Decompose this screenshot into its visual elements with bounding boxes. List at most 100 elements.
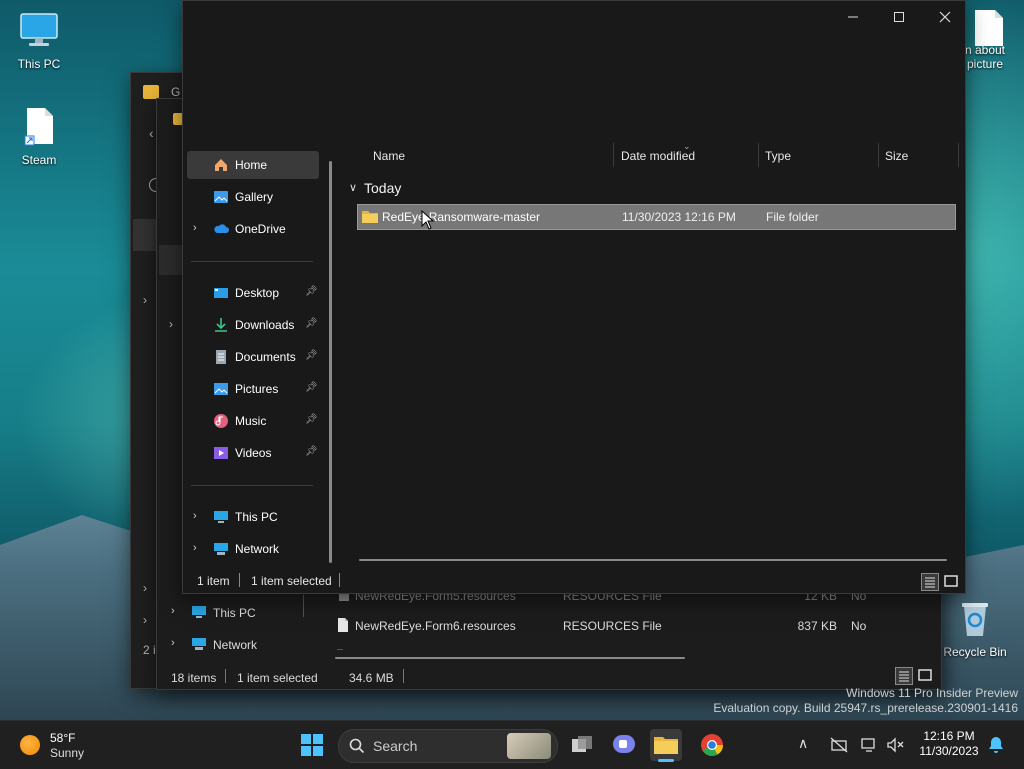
sidebar-item-label: Gallery — [235, 190, 274, 204]
file-name: RedEye-Ransomware-master — [382, 210, 541, 224]
chevron-right-icon[interactable]: › — [171, 637, 175, 649]
pin-icon[interactable]: 📌︎ — [305, 318, 318, 330]
start-button[interactable] — [296, 729, 328, 761]
desktop-icon-label: Steam — [21, 153, 57, 167]
sidebar-item-pictures[interactable]: Pictures 📌︎ — [187, 375, 319, 403]
teams-chat-button[interactable] — [608, 729, 640, 761]
file-type: File folder — [766, 210, 819, 224]
document-icon — [216, 350, 226, 364]
column-separator[interactable] — [878, 143, 879, 167]
file-explorer-icon — [654, 737, 678, 754]
row-divider — [337, 649, 343, 650]
notification-bell-icon[interactable] — [988, 736, 1004, 754]
sidebar-item-home[interactable]: Home — [187, 151, 319, 179]
windows-watermark: Windows 11 Pro Insider Preview Evaluatio… — [713, 686, 1018, 716]
column-header-type[interactable]: Type — [765, 149, 791, 163]
chevron-right-icon[interactable]: › — [193, 222, 205, 234]
status-divider — [239, 573, 240, 587]
desktop-icon-recycle-bin[interactable]: Recycle Bin — [940, 598, 1010, 659]
horizontal-scrollbar[interactable] — [335, 657, 685, 659]
sidebar-item-gallery[interactable]: Gallery — [187, 183, 319, 211]
cloud-icon — [214, 224, 229, 233]
back-arrow-icon[interactable]: ‹ — [149, 125, 154, 141]
explorer-window-front[interactable]: Home Gallery › OneDrive Desktop 📌︎ Downl… — [182, 0, 966, 594]
desktop-icon-label: Recycle Bin — [943, 645, 1007, 659]
sidebar-item-onedrive[interactable]: › OneDrive — [187, 215, 319, 243]
minimize-icon — [848, 16, 858, 18]
sidebar-item-label: Music — [235, 414, 267, 428]
sidebar-item-downloads[interactable]: Downloads 📌︎ — [187, 311, 319, 339]
weather-widget[interactable]: 58°F Sunny — [16, 731, 136, 761]
column-header-name[interactable]: Name — [373, 149, 405, 163]
display-icon[interactable] — [860, 737, 878, 753]
sidebar-item-network[interactable]: Network — [213, 638, 257, 652]
network-disconnected-icon[interactable] — [830, 737, 848, 753]
volume-muted-icon[interactable] — [886, 737, 904, 753]
column-separator[interactable] — [613, 143, 614, 167]
watermark-line-1: Windows 11 Pro Insider Preview — [846, 686, 1018, 700]
tiles-view-button[interactable] — [943, 573, 959, 589]
file-explorer-taskbar-button[interactable] — [650, 729, 682, 762]
network-icon — [192, 638, 206, 650]
close-button[interactable] — [931, 7, 959, 27]
details-view-button[interactable] — [895, 667, 913, 685]
task-view-icon — [572, 736, 592, 752]
show-hidden-icons-chevron-icon[interactable]: ∧ — [798, 735, 814, 751]
status-size: 34.6 MB — [349, 671, 394, 685]
chevron-right-icon[interactable]: › — [143, 613, 147, 627]
sidebar-item-this-pc[interactable]: This PC — [213, 606, 256, 620]
pin-icon[interactable]: 📌︎ — [305, 382, 318, 394]
file-size: 837 KB — [797, 619, 837, 633]
column-separator[interactable] — [758, 143, 759, 167]
chevron-right-icon[interactable]: › — [171, 605, 175, 617]
video-icon — [214, 447, 228, 459]
chevron-right-icon[interactable]: › — [143, 293, 147, 307]
chrome-taskbar-button[interactable] — [696, 729, 728, 761]
chevron-right-icon[interactable]: › — [169, 317, 173, 331]
desktop-icon-steam[interactable]: Steam — [4, 106, 74, 167]
desktop-icon-this-pc[interactable]: This PC — [4, 10, 74, 71]
column-separator[interactable] — [958, 143, 959, 167]
taskbar-clock[interactable]: 12:16 PM 11/30/2023 — [914, 729, 984, 759]
sidebar-item-videos[interactable]: Videos 📌︎ — [187, 439, 319, 467]
group-collapse-chevron-icon[interactable]: ∨ — [349, 181, 357, 194]
file-row[interactable]: NewRedEye.Form6.resources RESOURCES File… — [335, 617, 925, 635]
sidebar-item-network[interactable]: › Network — [187, 535, 319, 563]
chevron-right-icon[interactable]: › — [193, 542, 205, 554]
sidebar-scrollbar[interactable] — [329, 161, 332, 563]
details-view-button[interactable] — [921, 573, 939, 591]
sidebar-item-music[interactable]: Music 📌︎ — [187, 407, 319, 435]
chevron-right-icon[interactable]: › — [193, 510, 205, 522]
sidebar-item-documents[interactable]: Documents 📌︎ — [187, 343, 319, 371]
pin-icon[interactable]: 📌︎ — [305, 414, 318, 426]
home-icon — [215, 159, 227, 171]
column-header-date-modified[interactable]: Date modified — [621, 149, 695, 163]
sidebar-item-label: Home — [235, 158, 268, 172]
sidebar-divider — [191, 485, 313, 486]
sidebar-item-desktop[interactable]: Desktop 📌︎ — [187, 279, 319, 307]
pin-icon[interactable]: 📌︎ — [305, 446, 318, 458]
sidebar-item-label: Documents — [235, 350, 296, 364]
status-item-count: 1 item — [197, 574, 230, 588]
search-icon — [349, 738, 365, 754]
sidebar-splitter[interactable] — [303, 595, 304, 617]
shortcut-file-icon — [24, 108, 53, 146]
task-view-button[interactable] — [566, 729, 598, 761]
navigation-pane[interactable]: Home Gallery › OneDrive Desktop 📌︎ Downl… — [183, 147, 333, 567]
maximize-button[interactable] — [885, 7, 913, 27]
horizontal-scrollbar[interactable] — [359, 559, 947, 561]
minimize-button[interactable] — [839, 7, 867, 27]
file-icon — [975, 10, 1003, 46]
chevron-right-icon[interactable]: › — [143, 581, 147, 595]
taskbar-search-box[interactable]: Search — [338, 729, 558, 763]
column-header-size[interactable]: Size — [885, 149, 908, 163]
pin-icon[interactable]: 📌︎ — [305, 286, 318, 298]
status-item-count-truncated: 2 i — [143, 643, 156, 657]
search-label: Search — [373, 738, 418, 754]
pin-icon[interactable]: 📌︎ — [305, 350, 318, 362]
sidebar-item-this-pc[interactable]: › This PC — [187, 503, 319, 531]
taskbar[interactable]: 58°F Sunny Search ∧ 12:16 PM 11/30/2023 — [0, 720, 1024, 769]
file-row-selected[interactable]: RedEye-Ransomware-master 11/30/2023 12:1… — [357, 204, 956, 230]
group-header-today[interactable]: Today — [364, 180, 401, 196]
tiles-view-button[interactable] — [917, 667, 933, 683]
